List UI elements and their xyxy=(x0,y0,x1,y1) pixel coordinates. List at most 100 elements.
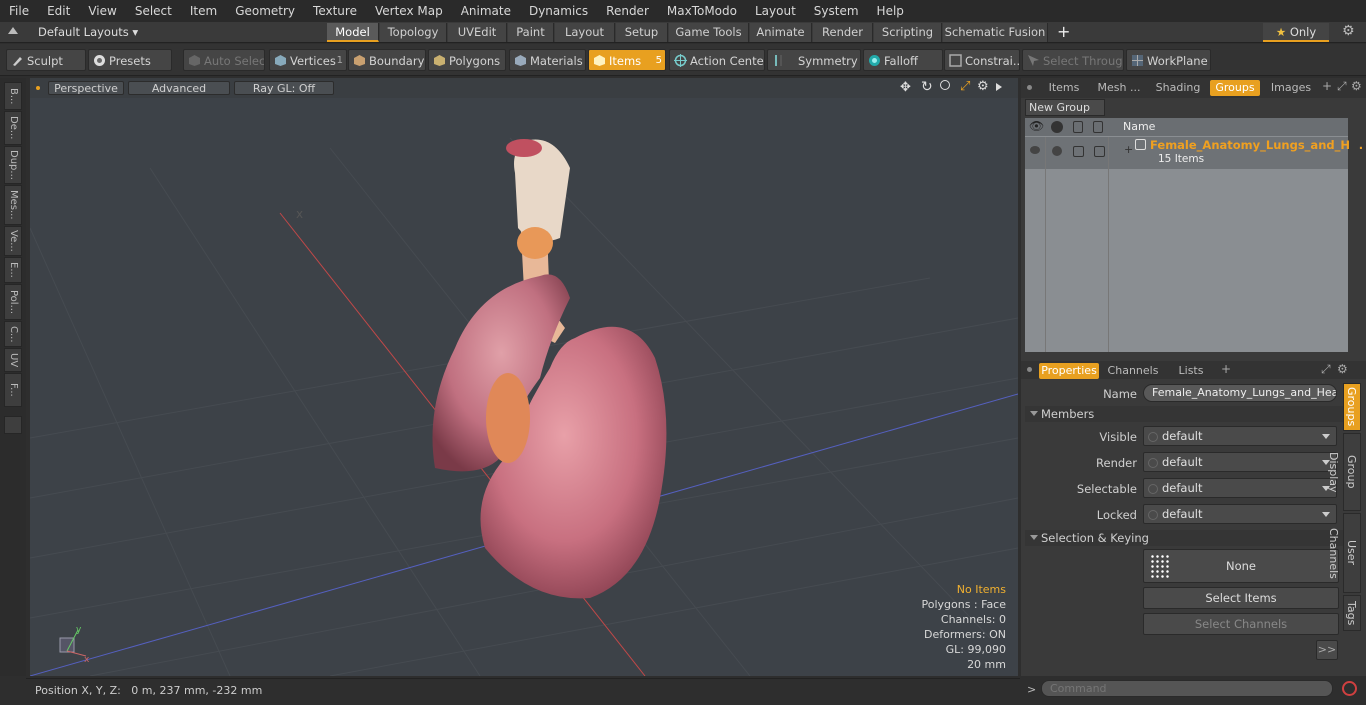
record-icon[interactable] xyxy=(1342,681,1357,696)
tab-images[interactable]: Images xyxy=(1266,80,1316,96)
visible-dropdown[interactable]: default xyxy=(1143,426,1337,446)
3d-viewport[interactable]: x y x Perspective Advanced Ray GL: Off ✥… xyxy=(30,78,1018,676)
new-group-button[interactable]: New Group xyxy=(1025,99,1105,116)
menu-view[interactable]: View xyxy=(79,0,125,22)
left-tab-fusion[interactable]: F... xyxy=(4,373,22,407)
tab-game-tools[interactable]: Game Tools xyxy=(669,23,749,42)
visible-toggle-icon[interactable] xyxy=(1030,146,1040,154)
locked-dropdown[interactable]: default xyxy=(1143,504,1337,524)
tab-channels[interactable]: Channels xyxy=(1105,363,1161,379)
selectable-dropdown[interactable]: default xyxy=(1143,478,1337,498)
tab-model[interactable]: Model xyxy=(327,23,379,42)
left-tab-vertex[interactable]: Ve... xyxy=(4,226,22,256)
constraints-button[interactable]: Constrai... xyxy=(944,49,1020,71)
menu-item[interactable]: Item xyxy=(181,0,226,22)
presets-button[interactable]: Presets xyxy=(88,49,172,71)
members-section[interactable]: Members xyxy=(1025,406,1345,422)
anatomy-model[interactable] xyxy=(432,139,667,599)
menu-system[interactable]: System xyxy=(805,0,868,22)
select-items-button[interactable]: Select Items xyxy=(1143,587,1339,609)
menu-select[interactable]: Select xyxy=(126,0,181,22)
tab-mesh[interactable]: Mesh ... xyxy=(1093,80,1145,96)
perspective-button[interactable]: Perspective xyxy=(48,81,124,95)
tab-lists[interactable]: Lists xyxy=(1171,363,1211,379)
left-tab-deform[interactable]: De... xyxy=(4,111,22,145)
more-button[interactable]: >> xyxy=(1316,640,1338,660)
tab-shading[interactable]: Shading xyxy=(1151,80,1205,96)
props-settings-icon[interactable]: ⚙ xyxy=(1337,362,1348,376)
menu-maxtomodo[interactable]: MaxToModo xyxy=(658,0,746,22)
groups-scrollbar[interactable] xyxy=(1351,118,1359,352)
tab-schematic-fusion[interactable]: Schematic Fusion xyxy=(943,23,1048,42)
lock-icon[interactable] xyxy=(1073,121,1083,133)
menu-animate[interactable]: Animate xyxy=(452,0,520,22)
boundary-button[interactable]: Boundary xyxy=(348,49,426,71)
only-toggle[interactable]: ★ Only xyxy=(1263,23,1329,42)
expand-plus-icon[interactable]: + xyxy=(1124,143,1133,156)
rotate-view-icon[interactable]: ↻ xyxy=(921,79,933,95)
menu-help[interactable]: Help xyxy=(868,0,913,22)
workplane-button[interactable]: WorkPlane xyxy=(1126,49,1211,71)
falloff-button[interactable]: Falloff xyxy=(863,49,943,71)
left-tab-curve[interactable]: C... xyxy=(4,321,22,347)
select-icon[interactable] xyxy=(1093,121,1103,133)
props-expand-icon[interactable]: ⤢ xyxy=(1321,362,1331,377)
left-tab-duplicate[interactable]: Dup... xyxy=(4,146,22,184)
tab-groups[interactable]: Groups xyxy=(1210,80,1260,96)
symmetry-button[interactable]: Symmetry xyxy=(767,49,861,71)
left-tab-polygon[interactable]: Pol... xyxy=(4,284,22,320)
side-tab-user-channels[interactable]: User Channels xyxy=(1327,513,1361,593)
expand-icon[interactable]: ⤢ xyxy=(1337,79,1347,94)
menu-layout[interactable]: Layout xyxy=(746,0,805,22)
tab-animate[interactable]: Animate xyxy=(750,23,812,42)
name-column-header[interactable]: Name xyxy=(1123,120,1155,133)
tab-topology[interactable]: Topology xyxy=(380,23,447,42)
group-name[interactable]: Female_Anatomy_Lungs_and_H... xyxy=(1150,138,1363,152)
menu-file[interactable]: File xyxy=(0,0,38,22)
auto-select-button[interactable]: Auto Select xyxy=(183,49,265,71)
add-panel-tab-icon[interactable]: + xyxy=(1322,79,1332,93)
menu-geometry[interactable]: Geometry xyxy=(226,0,304,22)
side-tab-groups[interactable]: Groups xyxy=(1343,383,1361,431)
zoom-view-icon[interactable] xyxy=(940,80,950,90)
maximize-view-icon[interactable]: ⤢ xyxy=(960,79,970,94)
selection-keying-section[interactable]: Selection & Keying xyxy=(1025,530,1345,546)
sculpt-button[interactable]: Sculpt xyxy=(6,49,86,71)
panel-settings-icon[interactable]: ⚙ xyxy=(1351,79,1362,93)
gear-icon[interactable]: ⚙ xyxy=(1342,23,1355,39)
items-button[interactable]: Items 5 xyxy=(588,49,666,71)
groups-list[interactable]: 👁 Name + Female_Anatomy_Lungs_and_H... 1… xyxy=(1025,118,1363,352)
add-props-tab-icon[interactable]: + xyxy=(1221,362,1231,376)
left-tab-extra[interactable] xyxy=(4,416,22,434)
viewport-settings-icon[interactable]: ⚙ xyxy=(977,79,989,94)
left-tab-uv[interactable]: UV xyxy=(4,348,22,372)
props-menu-dot[interactable] xyxy=(1027,367,1032,372)
render-dropdown[interactable]: default xyxy=(1143,452,1337,472)
menu-texture[interactable]: Texture xyxy=(304,0,366,22)
eye-icon[interactable]: 👁 xyxy=(1029,119,1044,133)
tab-uvedit[interactable]: UVEdit xyxy=(448,23,507,42)
menu-vertex-map[interactable]: Vertex Map xyxy=(366,0,452,22)
name-field[interactable]: Female_Anatomy_Lungs_and_Heart ( xyxy=(1143,384,1337,402)
none-button[interactable]: None xyxy=(1143,549,1339,583)
select-channels-button[interactable]: Select Channels xyxy=(1143,613,1339,635)
viewport-menu-dot[interactable] xyxy=(36,86,40,90)
side-tab-tags[interactable]: Tags xyxy=(1343,595,1361,631)
menu-render[interactable]: Render xyxy=(597,0,658,22)
menu-dynamics[interactable]: Dynamics xyxy=(520,0,597,22)
tab-scripting[interactable]: Scripting xyxy=(874,23,942,42)
viewport-expand-icon[interactable] xyxy=(996,83,1002,91)
tab-items[interactable]: Items xyxy=(1041,80,1087,96)
render-icon[interactable] xyxy=(1051,121,1063,133)
polygons-button[interactable]: Polygons xyxy=(428,49,506,71)
left-tab-edge[interactable]: E... xyxy=(4,257,22,283)
tab-paint[interactable]: Paint xyxy=(508,23,554,42)
default-layouts-dropdown[interactable]: Default Layouts ▾ xyxy=(38,25,138,39)
left-tab-basic[interactable]: B... xyxy=(4,82,22,110)
command-input[interactable] xyxy=(1041,680,1333,697)
select-through-button[interactable]: Select Through xyxy=(1022,49,1124,71)
action-center-button[interactable]: Action Center xyxy=(669,49,765,71)
materials-button[interactable]: Materials xyxy=(509,49,586,71)
vertices-button[interactable]: Vertices 1 xyxy=(269,49,347,71)
add-tab-icon[interactable]: + xyxy=(1057,22,1070,42)
